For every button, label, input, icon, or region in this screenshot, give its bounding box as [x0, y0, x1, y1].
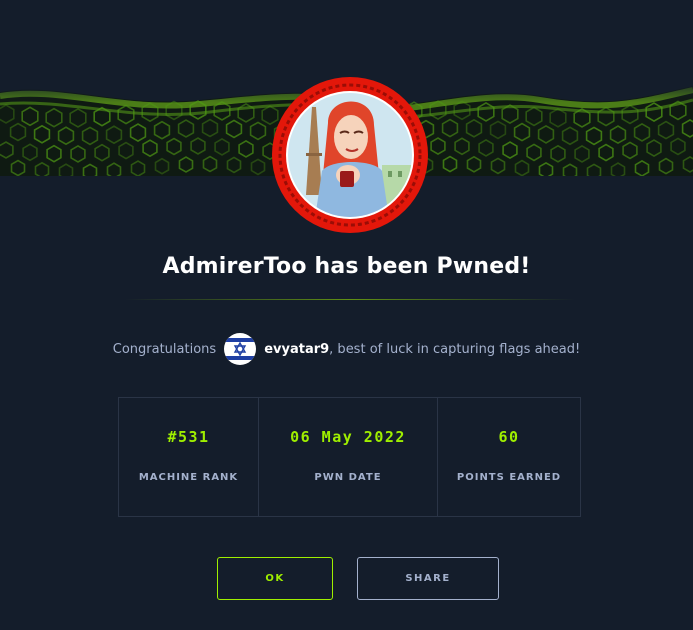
share-button[interactable]: SHARE — [357, 557, 499, 600]
stat-value: 60 — [498, 428, 520, 446]
stats-panel: #531 MACHINE RANK 06 May 2022 PWN DATE 6… — [118, 397, 581, 517]
page-title: AdmirerToo has been Pwned! — [162, 254, 531, 279]
stat-label: POINTS EARNED — [456, 472, 562, 483]
username[interactable]: evyatar9 — [264, 342, 329, 357]
machine-avatar — [270, 75, 430, 235]
stat-points-earned: 60 POINTS EARNED — [437, 398, 580, 516]
machine-avatar-icon — [272, 77, 428, 233]
israel-flag-icon — [224, 333, 257, 365]
congrats-line: Congratulations evyatar9 , best of luck … — [0, 333, 693, 365]
stat-label: MACHINE RANK — [138, 472, 239, 483]
stat-value: #531 — [167, 428, 210, 446]
stat-value: 06 May 2022 — [290, 428, 406, 446]
stat-label: PWN DATE — [314, 472, 382, 483]
stat-machine-rank: #531 MACHINE RANK — [119, 398, 258, 516]
stat-pwn-date: 06 May 2022 PWN DATE — [258, 398, 437, 516]
congrats-prefix: Congratulations — [112, 341, 217, 357]
ok-button[interactable]: OK — [217, 557, 333, 600]
congrats-suffix: , best of luck in capturing flags ahead! — [329, 341, 581, 357]
title-divider — [125, 299, 575, 300]
